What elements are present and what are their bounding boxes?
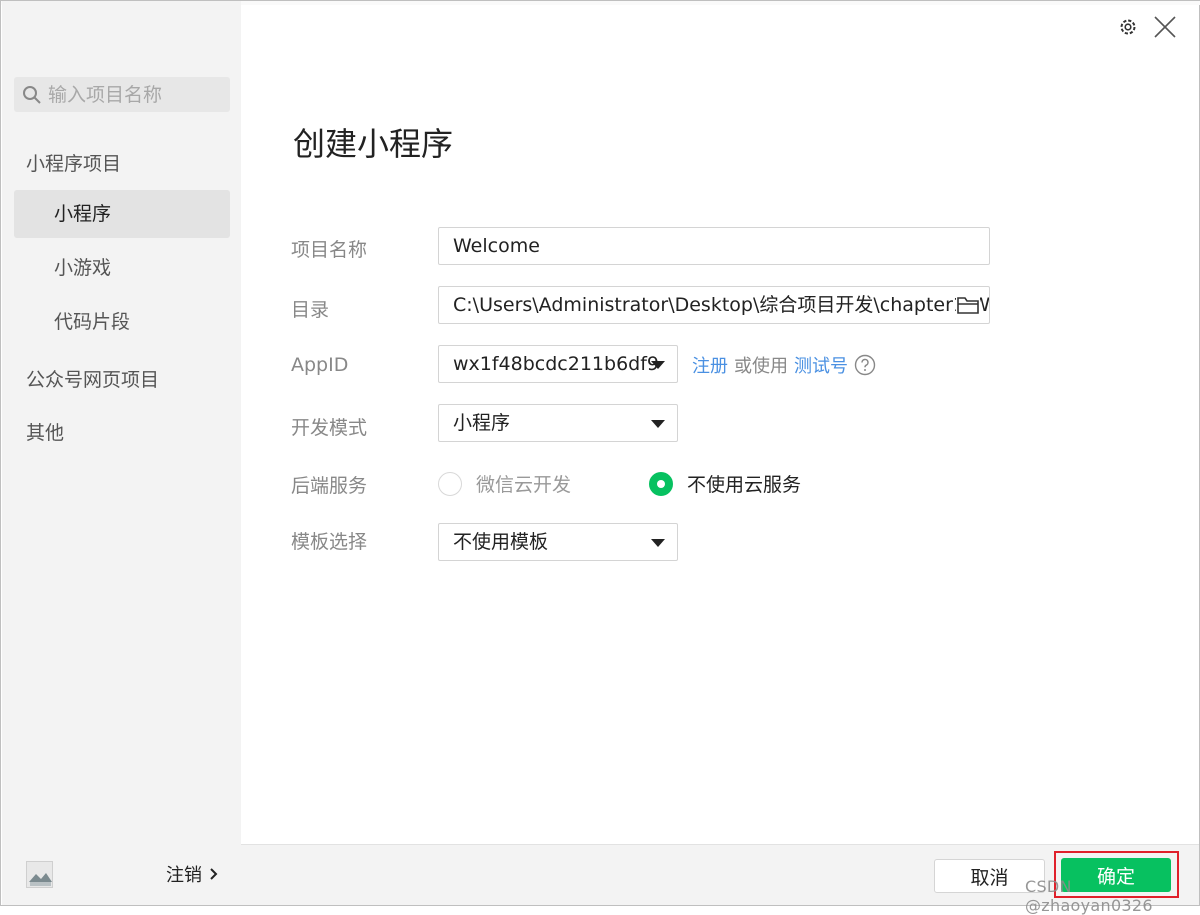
avatar-image-icon: [27, 862, 52, 887]
dropdown-arrow-icon: [651, 539, 665, 547]
dropdown-arrow-icon: [651, 361, 665, 369]
window-controls: [1117, 15, 1177, 39]
project-name-label: 项目名称: [291, 239, 368, 261]
radio-unchecked-icon: [438, 471, 462, 496]
or-use-text: 或使用: [734, 356, 788, 377]
dev-mode-label: 开发模式: [291, 417, 368, 439]
backend-option-no-cloud[interactable]: 不使用云服务: [649, 470, 801, 497]
sidebar-group-other[interactable]: 其他: [26, 418, 64, 445]
appid-label: AppID: [291, 354, 349, 376]
avatar[interactable]: [26, 861, 53, 888]
logout-label: 注销: [166, 865, 202, 886]
no-cloud-label: 不使用云服务: [687, 474, 802, 496]
template-select[interactable]: 不使用模板: [438, 523, 678, 561]
appid-select[interactable]: wx1f48bcdc211b6df9: [438, 345, 678, 383]
backend-option-wechat-cloud[interactable]: 微信云开发: [438, 470, 571, 497]
dropdown-arrow-icon: [651, 420, 665, 428]
close-icon[interactable]: [1153, 15, 1177, 39]
page-title: 创建小程序: [293, 125, 454, 163]
logout-button[interactable]: 注销: [166, 861, 218, 887]
sidebar-group-miniprogram-projects[interactable]: 小程序项目: [26, 149, 121, 176]
create-project-window: 小程序项目 小程序 小游戏 代码片段 公众号网页项目 其他 注销: [0, 0, 1200, 915]
folder-icon[interactable]: [956, 295, 980, 315]
search-input[interactable]: [48, 83, 218, 106]
dev-mode-select[interactable]: 小程序: [438, 404, 678, 442]
chevron-right-icon: [210, 868, 218, 880]
sidebar-item-miniprogram[interactable]: 小程序: [14, 190, 230, 238]
watermark: CSDN @zhaoyan0326: [1025, 877, 1153, 915]
test-account-link[interactable]: 测试号: [794, 352, 848, 378]
search-icon: [23, 85, 41, 104]
project-name-input[interactable]: Welcome: [438, 227, 990, 265]
backend-label: 后端服务: [291, 475, 368, 497]
project-search-box[interactable]: [14, 77, 230, 112]
sidebar-item-minigame[interactable]: 小游戏: [14, 244, 230, 292]
directory-value: C:\Users\Administrator\Desktop\综合项目开发\ch…: [453, 294, 990, 316]
directory-label: 目录: [291, 299, 330, 321]
sidebar: 小程序项目 小程序 小游戏 代码片段 公众号网页项目 其他 注销: [2, 1, 241, 905]
sidebar-group-official-account-web[interactable]: 公众号网页项目: [26, 365, 159, 392]
help-icon[interactable]: [854, 354, 876, 376]
radio-checked-icon: [649, 471, 673, 496]
template-value: 不使用模板: [453, 531, 549, 553]
appid-helper: 注册 或使用 测试号: [692, 352, 876, 378]
project-name-value: Welcome: [453, 235, 540, 257]
directory-input[interactable]: C:\Users\Administrator\Desktop\综合项目开发\ch…: [438, 286, 990, 324]
register-link[interactable]: 注册: [692, 352, 728, 378]
template-label: 模板选择: [291, 531, 368, 553]
dev-mode-value: 小程序: [453, 412, 511, 434]
wechat-cloud-label: 微信云开发: [476, 474, 572, 496]
appid-value: wx1f48bcdc211b6df9: [453, 353, 660, 375]
sidebar-item-code-snippet[interactable]: 代码片段: [14, 298, 230, 346]
gear-icon[interactable]: [1117, 16, 1139, 38]
